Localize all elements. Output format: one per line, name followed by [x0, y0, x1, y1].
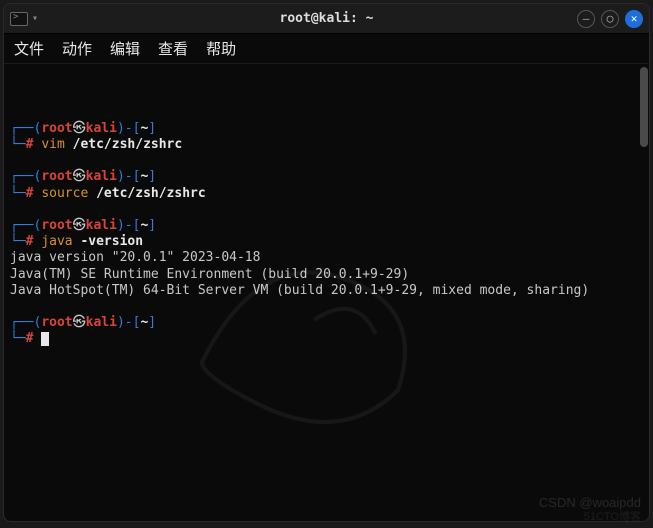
- close-button[interactable]: ✕: [625, 10, 643, 28]
- cursor: [41, 332, 49, 346]
- prompt-block: ┌──(root㉿kali)-[~]└─# vim /etc/zsh/zshrc: [10, 121, 633, 154]
- menu-edit[interactable]: 编辑: [110, 38, 140, 59]
- chevron-down-icon[interactable]: ▾: [30, 13, 40, 24]
- scrollbar[interactable]: [639, 64, 649, 521]
- minimize-button[interactable]: –: [577, 10, 595, 28]
- terminal-output[interactable]: ┌──(root㉿kali)-[~]└─# vim /etc/zsh/zshrc…: [4, 64, 639, 521]
- terminal-window: ▾ root@kali: ~ – ◯ ✕ 文件 动作 编辑 查看 帮助 ┌──(…: [3, 3, 650, 522]
- menu-view[interactable]: 查看: [158, 38, 188, 59]
- output-line: java version "20.0.1" 2023-04-18: [10, 250, 633, 266]
- titlebar-icons: ▾: [4, 12, 40, 26]
- menubar: 文件 动作 编辑 查看 帮助: [4, 34, 649, 64]
- terminal-area: ┌──(root㉿kali)-[~]└─# vim /etc/zsh/zshrc…: [4, 64, 649, 521]
- output-line: Java HotSpot(TM) 64-Bit Server VM (build…: [10, 283, 633, 299]
- prompt-line-top: ┌──(root㉿kali)-[~]: [10, 169, 633, 185]
- prompt-line-top: ┌──(root㉿kali)-[~]: [10, 315, 633, 331]
- terminal-icon: [10, 12, 28, 26]
- scrollbar-thumb[interactable]: [640, 67, 648, 147]
- prompt-line-command: └─# vim /etc/zsh/zshrc: [10, 137, 633, 153]
- window-controls: – ◯ ✕: [577, 10, 649, 28]
- prompt-line-command: └─# source /etc/zsh/zshrc: [10, 186, 633, 202]
- menu-help[interactable]: 帮助: [206, 38, 236, 59]
- watermark-cto: 51CTO博客: [584, 508, 641, 524]
- prompt-block: ┌──(root㉿kali)-[~]└─# source /etc/zsh/zs…: [10, 169, 633, 202]
- prompt-line-command: └─# java -version: [10, 234, 633, 250]
- window-title: root@kali: ~: [4, 11, 649, 26]
- prompt-line-top: ┌──(root㉿kali)-[~]: [10, 121, 633, 137]
- menu-action[interactable]: 动作: [62, 38, 92, 59]
- output-line: Java(TM) SE Runtime Environment (build 2…: [10, 267, 633, 283]
- menu-file[interactable]: 文件: [14, 38, 44, 59]
- prompt-line-command: └─#: [10, 331, 633, 347]
- prompt-block: ┌──(root㉿kali)-[~]└─#: [10, 315, 633, 348]
- prompt-block: ┌──(root㉿kali)-[~]└─# java -versionjava …: [10, 218, 633, 299]
- titlebar[interactable]: ▾ root@kali: ~ – ◯ ✕: [4, 4, 649, 34]
- maximize-button[interactable]: ◯: [601, 10, 619, 28]
- prompt-line-top: ┌──(root㉿kali)-[~]: [10, 218, 633, 234]
